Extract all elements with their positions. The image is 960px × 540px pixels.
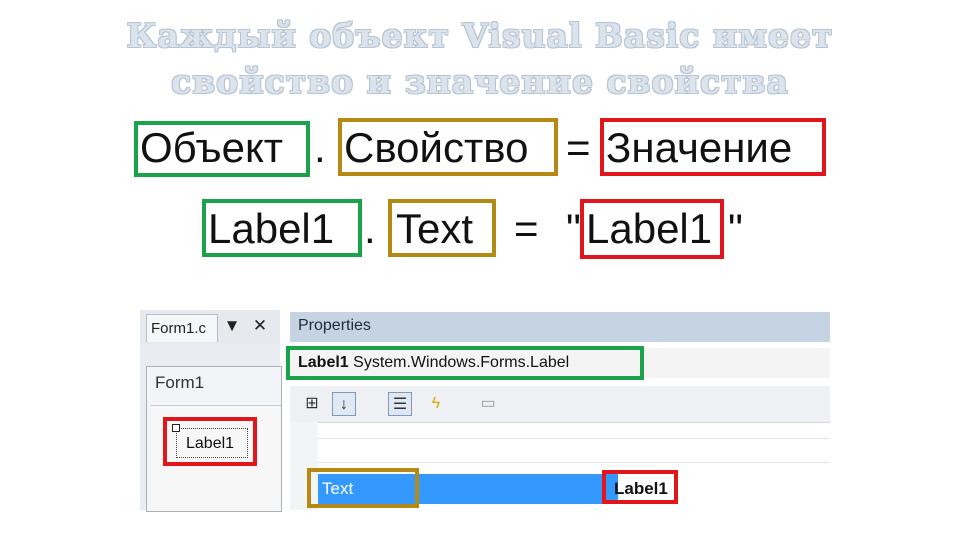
categorized-icon[interactable]: ⊞ — [300, 392, 324, 416]
syntax-dot: . — [314, 124, 326, 171]
document-tab-strip: Form1.c ▼ ✕ — [140, 310, 280, 345]
syntax-object: Объект — [140, 124, 284, 171]
label1-highlight-box — [163, 417, 257, 466]
events-icon[interactable]: ϟ — [424, 392, 448, 416]
slide-title-line1: Каждый объект Visual Basic имеет — [126, 16, 834, 55]
example-value: Label1 — [586, 205, 713, 252]
pin-dropdown-icon[interactable]: ▼ — [222, 314, 242, 338]
syntax-property: Свойство — [344, 124, 529, 171]
property-pages-icon[interactable]: ▭ — [476, 392, 500, 416]
syntax-value: Значение — [606, 124, 793, 171]
example-quote-close: " — [728, 205, 743, 252]
grid-line — [318, 438, 830, 439]
selected-object-highlight-box — [286, 346, 644, 380]
properties-toolbar: ⊞ ↓ ☰ ϟ ▭ — [290, 386, 830, 423]
properties-title: Properties — [290, 312, 830, 342]
example-dot: . — [364, 205, 376, 252]
form1-title: Form1 — [155, 373, 205, 392]
example-object: Label1 — [208, 205, 335, 252]
example-quote-open: " — [566, 205, 581, 252]
tab-form1-designer[interactable]: Form1.c — [146, 314, 218, 342]
properties-icon[interactable]: ☰ — [388, 392, 412, 416]
example-equals: = — [514, 205, 539, 252]
property-name-highlight-box — [307, 468, 419, 508]
example-property: Text — [396, 205, 474, 252]
grid-line — [318, 462, 830, 463]
alphabetical-icon[interactable]: ↓ — [332, 392, 356, 416]
syntax-equals: = — [566, 124, 591, 171]
close-icon[interactable]: ✕ — [250, 314, 270, 338]
property-value-highlight-box — [602, 470, 678, 504]
slide-title-line2: свойство и значение свойства — [171, 62, 789, 101]
